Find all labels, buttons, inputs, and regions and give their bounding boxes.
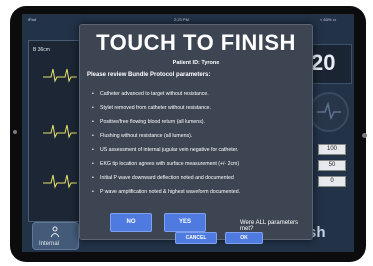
dialog-title: TOUCH TO FINISH [96,30,296,55]
yes-button[interactable]: YES [164,213,206,232]
finish-dialog: TOUCH TO FINISH Patient ID: Tyrone Pleas… [79,24,313,244]
left-panel-label: B 36cm [33,47,50,53]
ecg-waveform-top [43,68,77,83]
camera-icon [13,130,17,134]
list-item: • EKG tip location agrees with surface me… [92,161,240,167]
parameters-question: Were ALL parameters met? [240,220,299,232]
input-field-1[interactable]: 100 [318,144,346,155]
patient-id: Patient ID: Tyrone [172,60,220,66]
monitor-value: 20 [311,50,336,75]
list-item: • Initial P wave downward deflection note… [92,175,234,181]
review-prompt: Please review Bundle Protocol parameters… [87,72,211,78]
ecg-waveform-bottom [43,174,77,189]
clock-label: 2:23 PM [174,17,189,22]
ok-button[interactable]: OK [225,232,263,244]
list-item: • Positive/free flowing blood return (all… [92,119,205,125]
ecg-waveform-middle [43,124,77,139]
home-button[interactable] [362,133,367,138]
person-icon [50,226,60,238]
list-item: • P wave amplification noted & highest wa… [92,189,241,195]
input-field-2[interactable]: 50 [318,160,346,171]
app-screen: iPad 2:23 PM < 63% ▭ B 36cm 20 100 50 0 … [22,14,354,252]
parameter-list: • Catheter advanced to target without res… [92,87,307,199]
carrier-label: iPad [28,17,37,22]
battery-indicator: < 63% ▭ [320,17,337,22]
list-item: • Stylet removed from catheter without re… [92,105,212,111]
internal-button-label: Internal [39,241,60,247]
input-field-3[interactable]: 0 [318,176,346,187]
list-item: • US assessment of internal jugular vein … [92,147,239,153]
heart-waveform-icon [309,92,349,132]
internal-button[interactable]: Internal [32,222,79,250]
list-item: • Flushing without resistance (all lumens… [92,133,193,139]
list-item: • Catheter advanced to target without res… [92,91,209,97]
no-button[interactable]: NO [110,213,152,232]
left-monitor-panel: B 36cm [28,40,80,222]
cancel-button[interactable]: CANCEL [175,232,217,244]
